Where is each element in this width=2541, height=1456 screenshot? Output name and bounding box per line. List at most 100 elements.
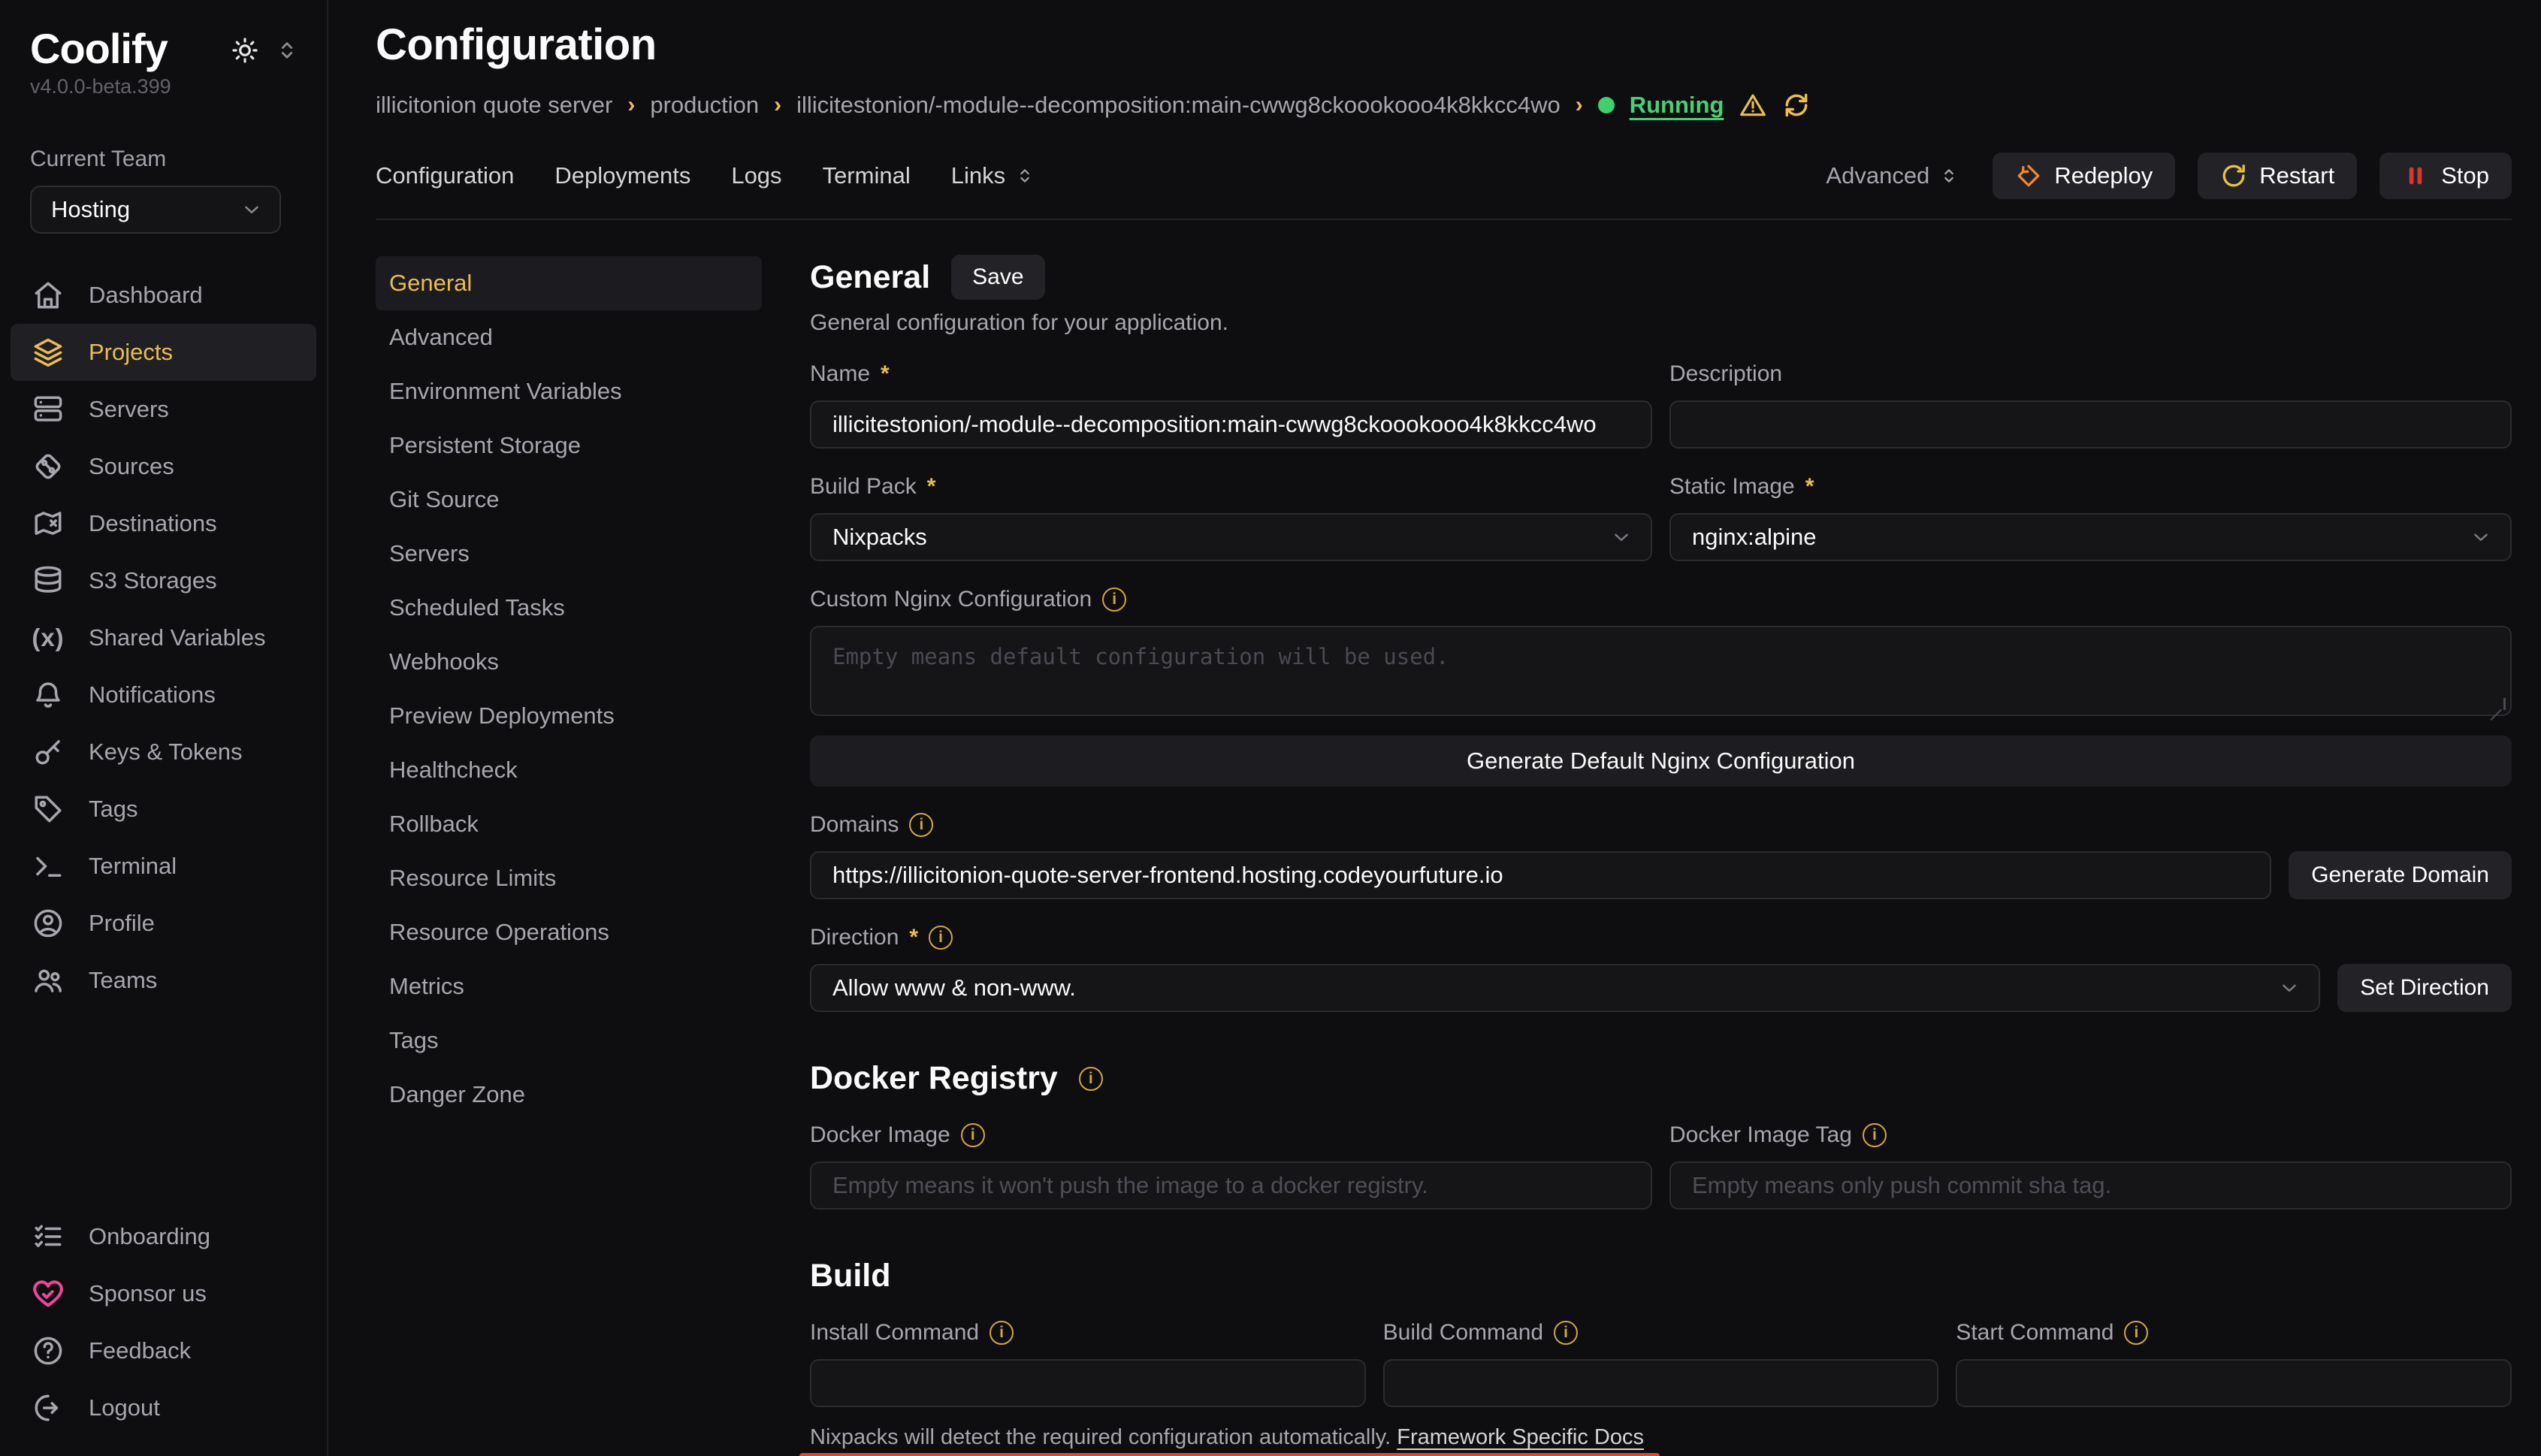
install-command-input[interactable] [810,1359,1366,1407]
server-icon [32,394,65,425]
stop-button[interactable]: Stop [2379,153,2512,199]
breadcrumb-application[interactable]: illicitestonion/-module--decomposition:m… [796,92,1561,119]
stop-pause-icon [2402,162,2429,189]
terminal-icon [32,850,65,882]
sidebar-item-sources[interactable]: Sources [11,438,316,495]
restart-button[interactable]: Restart [2198,153,2357,199]
app-logo: Coolify [30,26,171,72]
breadcrumb-environment[interactable]: production [650,92,759,119]
sidebar-item-shared-variables[interactable]: (x) Shared Variables [11,609,316,666]
direction-label: Direction*i [810,922,2512,953]
sidebar-item-tags[interactable]: Tags [11,781,316,838]
subnav-item-servers[interactable]: Servers [376,527,762,581]
info-icon[interactable]: i [1554,1321,1578,1345]
info-icon[interactable]: i [929,926,953,950]
required-asterisk: * [1805,474,1814,500]
direction-select[interactable]: Allow www & non-www. [810,964,2320,1012]
generate-domain-button[interactable]: Generate Domain [2289,851,2512,899]
subnav-item-metrics[interactable]: Metrics [376,959,762,1013]
subnav-item-advanced[interactable]: Advanced [376,310,762,364]
status-running-link[interactable]: Running [1630,92,1724,119]
info-icon[interactable]: i [909,813,933,837]
subnav-item-preview-deployments[interactable]: Preview Deployments [376,689,762,743]
help-circle-icon [32,1335,65,1367]
subnav-item-resource-operations[interactable]: Resource Operations [376,905,762,959]
docker-image-tag-input[interactable] [1669,1161,2512,1210]
tab-deployments[interactable]: Deployments [554,162,690,189]
description-label: Description [1669,358,2512,390]
custom-nginx-configuration-textarea[interactable] [810,626,2512,716]
tab-links[interactable]: Links [951,162,1035,189]
subnav-item-environment-variables[interactable]: Environment Variables [376,364,762,418]
description-input[interactable] [1669,400,2512,449]
sidebar-item-notifications[interactable]: Notifications [11,666,316,723]
sidebar-item-sponsor-us[interactable]: Sponsor us [11,1265,316,1322]
subnav-item-webhooks[interactable]: Webhooks [376,635,762,689]
info-icon[interactable]: i [1102,588,1126,612]
restart-icon [2220,162,2247,189]
info-icon[interactable]: i [2124,1321,2148,1345]
required-asterisk: * [881,361,890,387]
version-chevrons-icon[interactable] [274,38,300,63]
warning-triangle-icon[interactable] [1739,91,1767,119]
checklist-icon [32,1221,65,1252]
resize-handle[interactable] [2494,698,2506,710]
nixpacks-helper-text: Nixpacks will detect the required config… [810,1425,2512,1450]
subnav-item-persistent-storage[interactable]: Persistent Storage [376,418,762,473]
name-input[interactable] [810,400,1652,449]
tab-configuration[interactable]: Configuration [376,162,514,189]
sidebar-item-projects[interactable]: Projects [11,324,316,381]
sidebar-item-servers[interactable]: Servers [11,381,316,438]
sidebar-item-teams[interactable]: Teams [11,952,316,1009]
refresh-icon[interactable] [1782,91,1811,119]
tab-terminal[interactable]: Terminal [823,162,911,189]
framework-specific-docs-link[interactable]: Framework Specific Docs [1397,1425,1644,1449]
sidebar-item-dashboard[interactable]: Dashboard [11,267,316,324]
start-command-input[interactable] [1956,1359,2512,1407]
domains-input[interactable] [810,851,2271,899]
generate-default-nginx-configuration-button[interactable]: Generate Default Nginx Configuration [810,736,2512,787]
sidebar-item-keys-tokens[interactable]: Keys & Tokens [11,723,316,781]
set-direction-button[interactable]: Set Direction [2337,964,2512,1012]
subnav-item-git-source[interactable]: Git Source [376,473,762,527]
users-icon [32,965,65,996]
team-select[interactable]: Hosting [30,186,281,234]
redeploy-button[interactable]: Redeploy [1993,153,2175,199]
sidebar-item-logout[interactable]: Logout [11,1379,316,1436]
sidebar-footer-nav: Onboarding Sponsor us Feedback Logout [0,1208,327,1436]
build-command-input[interactable] [1383,1359,1939,1407]
advanced-dropdown[interactable]: Advanced [1826,162,1959,189]
key-icon [32,736,65,768]
info-icon[interactable]: i [961,1123,985,1147]
static-image-select[interactable]: nginx:alpine [1669,513,2512,561]
info-icon[interactable]: i [1863,1123,1887,1147]
info-icon[interactable]: i [1079,1067,1103,1091]
breadcrumb-project[interactable]: illicitonion quote server [376,92,612,119]
sidebar-item-terminal[interactable]: Terminal [11,838,316,895]
subnav-item-scheduled-tasks[interactable]: Scheduled Tasks [376,581,762,635]
theme-toggle-sun-icon[interactable] [231,36,259,65]
subnav-item-rollback[interactable]: Rollback [376,797,762,851]
build-pack-label: Build Pack* [810,471,1652,503]
sidebar-item-s3-storages[interactable]: S3 Storages [11,552,316,609]
subnav-item-tags[interactable]: Tags [376,1013,762,1068]
chevron-down-icon [2470,526,2492,548]
save-button[interactable]: Save [951,255,1044,300]
subnav-item-general[interactable]: General [376,256,762,310]
sidebar-item-onboarding[interactable]: Onboarding [11,1208,316,1265]
subnav-item-danger-zone[interactable]: Danger Zone [376,1068,762,1122]
sidebar-item-destinations[interactable]: Destinations [11,495,316,552]
build-pack-select[interactable]: Nixpacks [810,513,1652,561]
sidebar-item-feedback[interactable]: Feedback [11,1322,316,1379]
redeploy-icon [2015,162,2042,189]
general-section-subtitle: General configuration for your applicati… [810,310,2512,336]
subnav-item-healthcheck[interactable]: Healthcheck [376,743,762,797]
sidebar-item-profile[interactable]: Profile [11,895,316,952]
build-section-heading: Build [810,1258,890,1294]
sidebar-nav: Dashboard Projects Servers Sources Desti… [0,267,327,1009]
page-title: Configuration [376,20,2512,70]
info-icon[interactable]: i [990,1321,1014,1345]
docker-image-input[interactable] [810,1161,1652,1210]
tab-logs[interactable]: Logs [731,162,781,189]
subnav-item-resource-limits[interactable]: Resource Limits [376,851,762,905]
